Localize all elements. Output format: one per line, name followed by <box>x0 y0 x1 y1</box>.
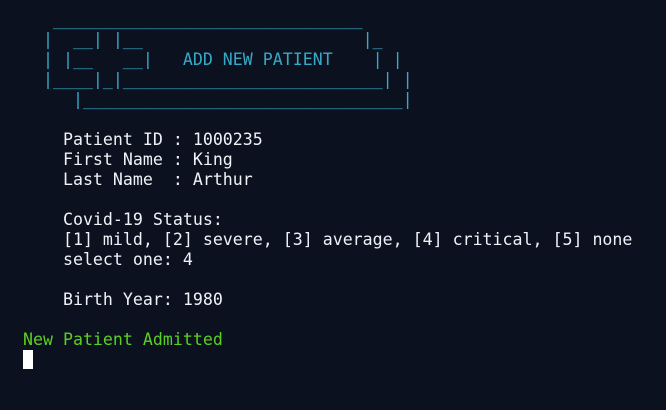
prompt-line[interactable] <box>23 350 666 370</box>
terminal-window[interactable]: _______________________________ | __| |_… <box>23 10 666 370</box>
patient-id-line: Patient ID : 1000235 <box>23 130 263 149</box>
banner-line: _______________________________ <box>23 10 363 29</box>
last-name-line: Last Name : Arthur <box>23 170 253 189</box>
covid-options-line: [1] mild, [2] severe, [3] average, [4] c… <box>23 230 633 249</box>
ascii-banner: _______________________________ | __| |_… <box>23 10 666 110</box>
status-message: New Patient Admitted <box>23 330 223 349</box>
birth-year-line: Birth Year: 1980 <box>23 290 223 309</box>
banner-line: |____|_|__________________________| | <box>23 70 413 89</box>
banner-line: | __| |__ |_ <box>23 30 383 49</box>
banner-line: | |__ __| ADD NEW PATIENT | | <box>23 50 403 69</box>
cursor-block[interactable] <box>23 350 33 369</box>
banner-line: |________________________________| <box>23 90 413 109</box>
select-line: select one: 4 <box>23 250 193 269</box>
first-name-line: First Name : King <box>23 150 233 169</box>
covid-status-label: Covid-19 Status: <box>23 210 223 229</box>
